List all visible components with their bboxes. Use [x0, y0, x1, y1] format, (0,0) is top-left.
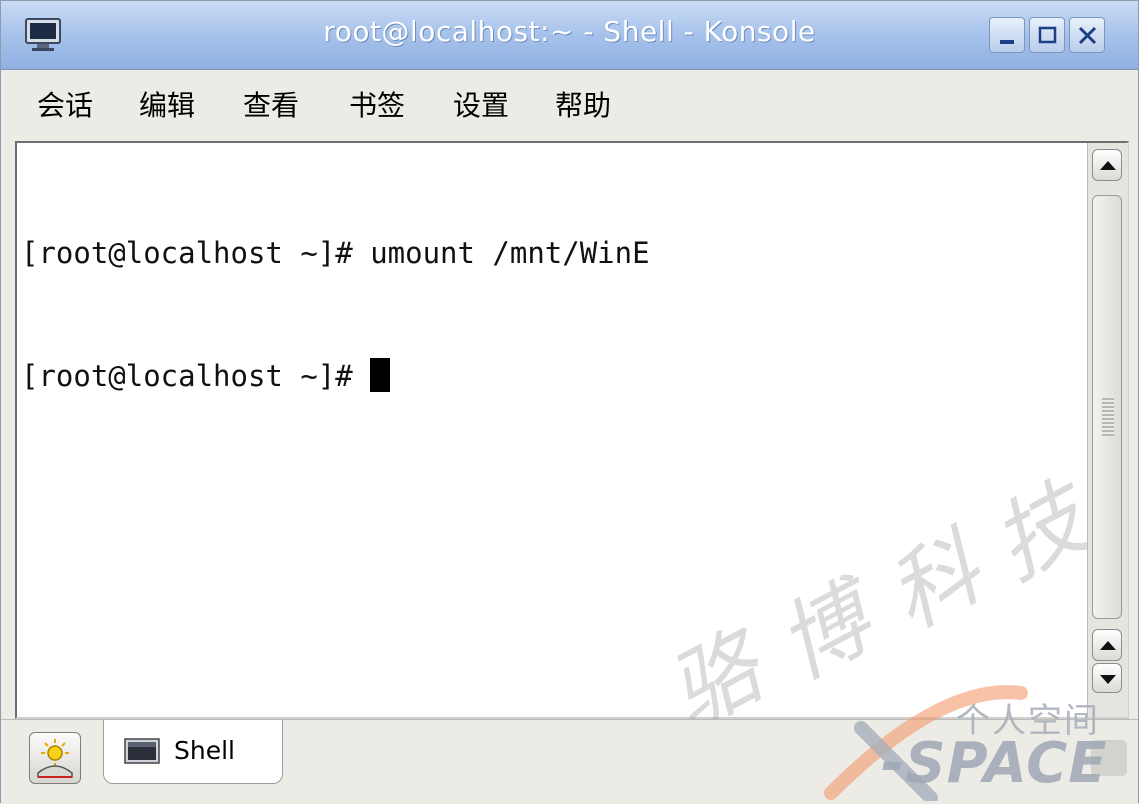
menu-view[interactable]: 查看	[243, 84, 299, 124]
terminal-frame: [root@localhost ~]# umount /mnt/WinE [ro…	[15, 141, 1129, 749]
menu-edit[interactable]: 编辑	[139, 84, 195, 124]
scrollbar-grip	[1102, 396, 1114, 436]
menu-session[interactable]: 会话	[37, 84, 93, 124]
watermark-brand: -SPACE	[881, 731, 1108, 796]
scrollbar-thumb[interactable]	[1092, 195, 1122, 619]
terminal-icon	[124, 738, 160, 764]
new-session-button[interactable]	[29, 732, 81, 784]
title-bar[interactable]: root@localhost:~ - Shell - Konsole	[1, 1, 1138, 70]
terminal-line: [root@localhost ~]# umount /mnt/WinE	[21, 236, 650, 270]
scroll-up-button[interactable]	[1092, 149, 1122, 181]
menu-help[interactable]: 帮助	[555, 84, 611, 124]
maximize-icon	[1038, 26, 1057, 44]
new-session-icon	[37, 739, 73, 778]
scroll-up-button-lower[interactable]	[1092, 629, 1122, 661]
text-cursor	[370, 358, 391, 392]
minimize-button[interactable]	[989, 17, 1025, 53]
vertical-scrollbar[interactable]	[1087, 143, 1128, 717]
terminal-prompt: [root@localhost ~]#	[21, 359, 371, 393]
close-icon	[1078, 26, 1097, 45]
window-title: root@localhost:~ - Shell - Konsole	[323, 15, 816, 48]
menu-bar: 会话 编辑 查看 书签 设置 帮助	[1, 70, 1138, 134]
tab-shell[interactable]: Shell	[103, 720, 283, 784]
close-button[interactable]	[1069, 17, 1105, 53]
arrow-up-icon	[1100, 641, 1116, 650]
tab-label: Shell	[174, 736, 235, 765]
menu-bookmarks[interactable]: 书签	[349, 84, 405, 124]
terminal-line: [root@localhost ~]#	[21, 356, 1081, 397]
maximize-button[interactable]	[1029, 17, 1065, 53]
minimize-icon	[1000, 40, 1014, 44]
arrow-up-icon	[1100, 161, 1116, 170]
menu-settings[interactable]: 设置	[453, 84, 509, 124]
konsole-window: root@localhost:~ - Shell - Konsole 会话 编辑…	[0, 0, 1139, 804]
